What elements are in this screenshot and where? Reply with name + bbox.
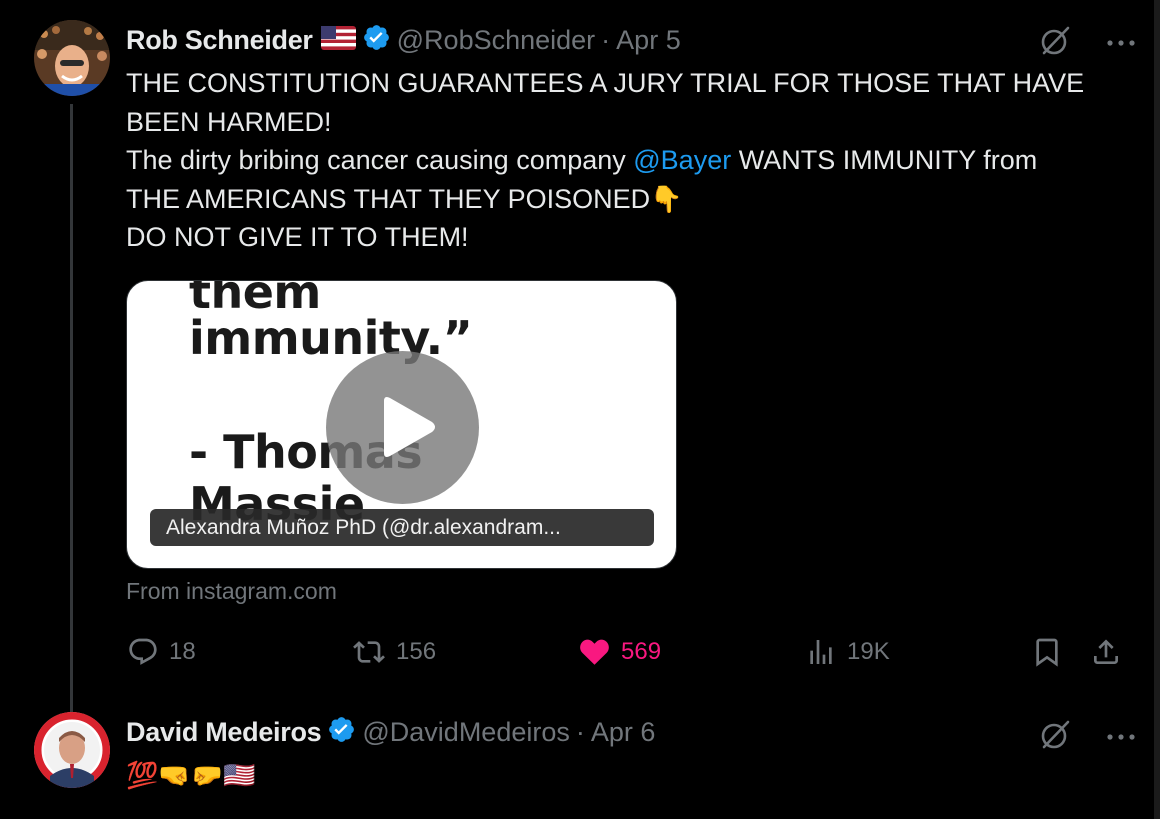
more-icon[interactable] [1106, 35, 1136, 53]
bookmark-icon [1036, 638, 1058, 667]
verified-badge-icon[interactable] [327, 715, 356, 749]
avatar[interactable] [34, 712, 110, 788]
tweet-text-line: The dirty bribing cancer causing company… [126, 141, 1136, 180]
play-button[interactable] [326, 351, 479, 504]
tweet-text: THE CONSTITUTION GUARANTEES A JURY TRIAL… [126, 64, 1136, 257]
reply-icon [129, 638, 157, 665]
tweet-date[interactable]: Apr 5 [616, 25, 681, 56]
pointing-down-emoji: 👇 [650, 183, 683, 214]
views-icon [810, 640, 832, 664]
view-count: 19K [847, 638, 890, 665]
tweet-header: Rob Schneider @RobSchneider · Apr 5 [126, 22, 681, 58]
verified-badge-icon[interactable] [362, 23, 391, 57]
like-count: 569 [621, 638, 662, 665]
heart-icon [580, 639, 609, 665]
scrollbar-track[interactable] [1154, 0, 1160, 819]
grok-icon[interactable] [1038, 718, 1072, 757]
tweet-date[interactable]: Apr 6 [591, 717, 656, 748]
tweet-top-actions [1038, 24, 1136, 63]
video-card[interactable]: them immunity.” - Thomas Massie Alexandr… [126, 280, 677, 569]
tweet-top-actions [1038, 718, 1136, 757]
video-caption: Alexandra Muñoz PhD (@dr.alexandram... [150, 509, 654, 546]
author-handle[interactable]: @DavidMedeiros [362, 717, 569, 748]
repost-button[interactable]: 156 [352, 636, 436, 668]
tweet-text-line: BEEN HARMED! [126, 106, 332, 137]
author-name[interactable]: Rob Schneider [126, 25, 313, 56]
views-button[interactable]: 19K [805, 636, 890, 668]
more-icon[interactable] [1106, 729, 1136, 747]
tweet-text-segment: THE AMERICANS THAT THEY POISONED [126, 183, 651, 214]
play-icon [384, 397, 435, 457]
tweet-text: 💯🤜🤛🇺🇸 [126, 760, 256, 790]
separator: · [601, 24, 611, 55]
tweet-actions: 18 156 569 19K [0, 636, 1154, 668]
reply-button[interactable]: 18 [127, 636, 196, 668]
tweet[interactable]: Rob Schneider @RobSchneider · Apr 5 THE … [0, 0, 1154, 712]
reply-count: 18 [169, 638, 196, 665]
tweet-text-line: THE AMERICANS THAT THEY POISONED👇 [126, 180, 1136, 219]
tweet-text-line: THE CONSTITUTION GUARANTEES A JURY TRIAL… [126, 68, 1085, 98]
author-handle[interactable]: @RobSchneider [397, 25, 596, 56]
mention-link[interactable]: @Bayer [633, 145, 731, 175]
like-button[interactable]: 569 [578, 636, 661, 668]
grok-icon[interactable] [1038, 24, 1072, 63]
card-source[interactable]: From instagram.com [126, 578, 337, 605]
repost-count: 156 [396, 638, 437, 665]
separator: · [575, 716, 585, 747]
thread-connector [70, 104, 73, 712]
us-flag-icon [320, 25, 356, 55]
avatar[interactable] [34, 20, 110, 96]
author-name[interactable]: David Medeiros [126, 717, 322, 748]
share-button[interactable] [1090, 636, 1132, 668]
share-icon [1094, 639, 1118, 664]
tweet-text-segment: The dirty bribing cancer causing company [126, 145, 634, 175]
bookmark-button[interactable] [1031, 636, 1073, 668]
repost-icon [353, 641, 385, 663]
tweet-text-line: DO NOT GIVE IT TO THEM! [126, 222, 469, 252]
tweet-text-segment: WANTS IMMUNITY from [731, 145, 1038, 175]
tweet[interactable]: David Medeiros @DavidMedeiros · Apr 6 💯🤜… [0, 692, 1154, 819]
tweet-header: David Medeiros @DavidMedeiros · Apr 6 [126, 714, 655, 750]
